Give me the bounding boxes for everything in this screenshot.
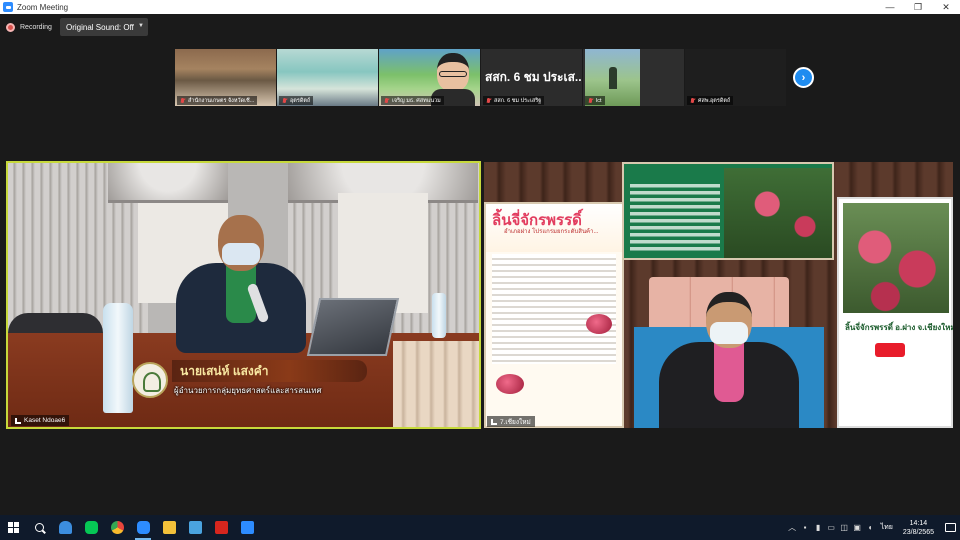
mic-muted-icon (690, 97, 696, 104)
app-icon[interactable] (234, 515, 260, 540)
phone-icon[interactable]: ▮ (812, 515, 825, 540)
window-title: Zoom Meeting (17, 2, 69, 12)
promo-banner: ลิ้นจี่จักรพรรดิ์ อ.ฝาง จ.เชียงใหม่ (837, 197, 953, 428)
photos-icon[interactable] (182, 515, 208, 540)
banner-subtitle: อำเภอฝาง โปรแกรมยกระดับสินค้า... (504, 229, 599, 235)
participant-thumbnail[interactable]: สสก. 6 ชม ประเส... สสก. 6 ชม ประเสริฐ (481, 49, 582, 106)
line-icon[interactable] (78, 515, 104, 540)
record-icon (6, 22, 15, 32)
participant-name-tag: อุตรดิตถ์ (279, 96, 314, 105)
signal-icon (491, 418, 497, 425)
participant-name-tag: lct (585, 96, 605, 105)
participant-name: ศสพ.อุตรดิตถ์ (698, 97, 731, 104)
onedrive-icon[interactable] (52, 515, 78, 540)
participant-strip: สำนักงานเกษตร จังหวัดเชี... อุตรดิตถ์ เจ… (175, 49, 786, 106)
minimize-button[interactable]: — (876, 0, 904, 14)
volume-icon[interactable]: ◖ (864, 515, 877, 540)
mic-muted-icon (282, 97, 288, 104)
clock[interactable]: 14:14 23/8/2565 (903, 519, 934, 537)
acrobat-icon[interactable] (208, 515, 234, 540)
ministry-logo-icon (132, 362, 168, 398)
signal-icon (15, 417, 21, 424)
mic-muted-icon (588, 97, 594, 104)
video-tile-active-speaker[interactable]: นายเสน่ห์ แสงคำ ผู้อำนวยการกลุ่มยุทธศาสต… (6, 161, 481, 429)
participant-thumbnail[interactable]: อุตรดิตถ์ (277, 49, 378, 106)
clock-time: 14:14 (909, 519, 928, 527)
display-board (622, 162, 834, 260)
chrome-icon[interactable] (104, 515, 130, 540)
water-bottle (432, 293, 446, 338)
participant-thumbnail[interactable]: เจริญ มธ. ศสทแนวม (379, 49, 480, 106)
search-icon[interactable] (26, 515, 52, 540)
clock-date: 23/8/2565 (902, 528, 934, 536)
zoom-icon[interactable] (130, 515, 156, 540)
video-tile[interactable]: ลิ้นจี่จักรพรรดิ์ อำเภอฝาง โปรแกรมยกระดั… (484, 162, 953, 428)
mic-muted-icon (180, 97, 186, 104)
recording-indicator[interactable]: Recording (6, 20, 52, 34)
participant-name: สสก. 6 ชม ประเสริฐ (494, 97, 542, 104)
usb-icon[interactable]: ▭ (825, 515, 838, 540)
promo-banner: ลิ้นจี่จักรพรรดิ์ อำเภอฝาง โปรแกรมยกระดั… (484, 202, 624, 428)
tile-name-tag: Kaset Ndoae6 (11, 415, 70, 426)
notification-icon[interactable] (940, 523, 960, 532)
valance (108, 163, 228, 203)
participant-name: สำนักงานเกษตร จังหวัดเชี... (188, 97, 255, 104)
monitor-icon[interactable]: ▣ (851, 515, 864, 540)
tile-participant-name: Kaset Ndoae6 (24, 417, 66, 424)
laptop (306, 298, 400, 356)
recording-label: Recording (20, 23, 52, 31)
participant-thumbnail[interactable]: lct (583, 49, 684, 106)
system-tray: ︿ ▪ ▮ ▭ ◫ ▣ ◖ ไทย 14:14 23/8/2565 (786, 515, 960, 540)
participant-display-name: สสก. 6 ชม ประเส... (485, 70, 582, 84)
file-explorer-icon[interactable] (156, 515, 182, 540)
brand-logo-icon (875, 343, 905, 357)
tile-name-tag: 7.เชียงใหม่ (487, 416, 535, 427)
original-sound-label: Original Sound: Off (66, 22, 134, 32)
participant-name-tag: สสก. 6 ชม ประเสริฐ (483, 96, 545, 105)
banner-caption: ลิ้นจี่จักรพรรดิ์ อ.ฝาง จ.เชียงใหม่ (845, 323, 953, 332)
participant-thumbnail[interactable]: สำนักงานเกษตร จังหวัดเชี... (175, 49, 276, 106)
chevron-up-icon[interactable]: ︿ (786, 515, 799, 540)
participant-name-tag: สำนักงานเกษตร จังหวัดเชี... (177, 96, 258, 105)
mic-muted-icon (486, 97, 492, 104)
original-sound-dropdown[interactable]: Original Sound: Off ▼ (60, 18, 148, 36)
participant-name: lct (596, 97, 602, 104)
maximize-button[interactable]: ❐ (904, 0, 932, 14)
taskbar: ︿ ▪ ▮ ▭ ◫ ▣ ◖ ไทย 14:14 23/8/2565 (0, 515, 960, 540)
participant-thumbnail[interactable]: ศสพ.อุตรดิตถ์ (685, 49, 786, 106)
speaker-title: ผู้อำนวยการกลุ่มยุทธศาสตร์และสารสนเทศ (174, 386, 322, 395)
camera-icon[interactable]: ◫ (838, 515, 851, 540)
tablecloth (393, 341, 479, 427)
participant-name: อุตรดิตถ์ (290, 97, 311, 104)
close-button[interactable]: ✕ (932, 0, 960, 14)
participant-name-tag: เจริญ มธ. ศสทแนวม (381, 96, 444, 105)
caret-down-icon: ▼ (138, 23, 144, 29)
tile-participant-name: 7.เชียงใหม่ (500, 418, 531, 426)
next-page-button[interactable]: › (793, 67, 814, 88)
chevron-right-icon: › (801, 71, 806, 84)
participant-name: เจริญ มธ. ศสทแนวม (392, 97, 441, 104)
windows-start-icon[interactable] (0, 515, 26, 540)
speaker-nameplate: นายเสน่ห์ แสงคำ ผู้อำนวยการกลุ่มยุทธศาสต… (128, 356, 372, 402)
language-indicator[interactable]: ไทย (881, 522, 893, 533)
participant-name-tag: ศสพ.อุตรดิตถ์ (687, 96, 734, 105)
zoom-app-icon (3, 2, 13, 12)
mic-muted-icon (384, 97, 390, 104)
network-icon[interactable]: ▪ (799, 515, 812, 540)
speaker-name: นายเสน่ห์ แสงคำ (180, 363, 269, 378)
meeting-area: Recording Original Sound: Off ▼ สำนักงาน… (0, 14, 960, 515)
window (338, 193, 428, 313)
title-bar: Zoom Meeting — ❐ ✕ (0, 0, 960, 14)
